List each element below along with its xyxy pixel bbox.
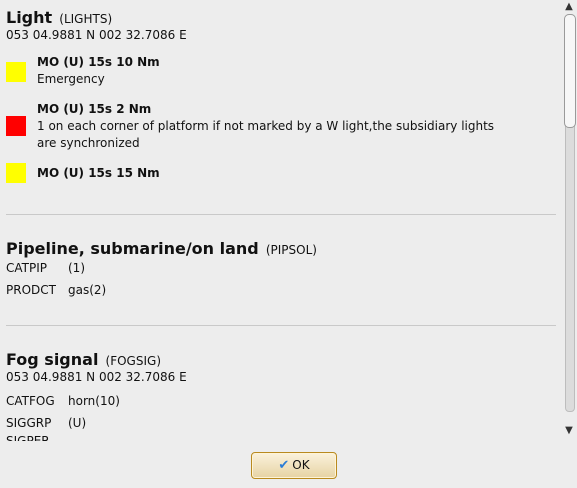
- ok-button-label: OK: [292, 458, 310, 472]
- attribute-value: (1): [68, 261, 85, 275]
- feature-position: 053 04.9881 N 002 32.7086 E: [6, 28, 187, 42]
- light-characteristic: MO (U) 15s 2 Nm: [37, 102, 152, 116]
- feature-light: Light (LIGHTS) 053 04.9881 N 002 32.7086…: [6, 8, 556, 42]
- attribute-row: CATPIP (1): [6, 261, 85, 275]
- divider: [6, 214, 556, 215]
- attribute-row: SIGPER: [6, 434, 68, 441]
- attribute-value: (U): [68, 416, 87, 430]
- feature-title: Pipeline, submarine/on land: [6, 239, 259, 258]
- attribute-row: SIGGRP (U): [6, 416, 86, 430]
- light-description: Emergency: [37, 72, 105, 86]
- attribute-row: PRODCT gas(2): [6, 283, 106, 297]
- feature-fog-signal: Fog signal (FOGSIG) 053 04.9881 N 002 32…: [6, 350, 556, 441]
- attribute-row: CATFOG horn(10): [6, 394, 120, 408]
- light-characteristic: MO (U) 15s 10 Nm: [37, 55, 160, 69]
- arrow-down-icon[interactable]: ▼: [561, 424, 577, 438]
- attribute-key: SIGPER: [6, 434, 50, 441]
- dialog-button-bar: ✔ OK: [0, 441, 577, 488]
- scrollbar-thumb[interactable]: [564, 14, 576, 128]
- vertical-scrollbar[interactable]: ▲ ▼: [561, 0, 577, 441]
- feature-position: 053 04.9881 N 002 32.7086 E: [6, 370, 187, 384]
- attribute-key: CATFOG: [6, 394, 55, 408]
- light-color-swatch: [6, 116, 26, 136]
- feature-code: (FOGSIG): [105, 354, 161, 368]
- attribute-key: SIGGRP: [6, 416, 52, 430]
- divider: [6, 325, 556, 326]
- light-description: 1 on each corner of platform if not mark…: [37, 119, 495, 150]
- light-color-swatch: [6, 62, 26, 82]
- feature-query-panel[interactable]: Light (LIGHTS) 053 04.9881 N 002 32.7086…: [0, 0, 560, 441]
- feature-pipeline: Pipeline, submarine/on land (PIPSOL) CAT…: [6, 239, 556, 297]
- checkmark-icon: ✔: [278, 458, 290, 473]
- ok-button[interactable]: ✔ OK: [251, 452, 337, 479]
- feature-code: (PIPSOL): [265, 243, 317, 257]
- light-characteristic: MO (U) 15s 15 Nm: [37, 166, 160, 180]
- attribute-key: PRODCT: [6, 283, 56, 297]
- attribute-key: CATPIP: [6, 261, 47, 275]
- feature-title: Fog signal: [6, 350, 99, 369]
- feature-code: (LIGHTS): [59, 12, 113, 26]
- feature-title: Light: [6, 8, 53, 27]
- attribute-value: gas(2): [68, 283, 107, 297]
- attribute-value: horn(10): [68, 394, 120, 408]
- light-color-swatch: [6, 163, 26, 183]
- arrow-up-icon[interactable]: ▲: [561, 0, 577, 14]
